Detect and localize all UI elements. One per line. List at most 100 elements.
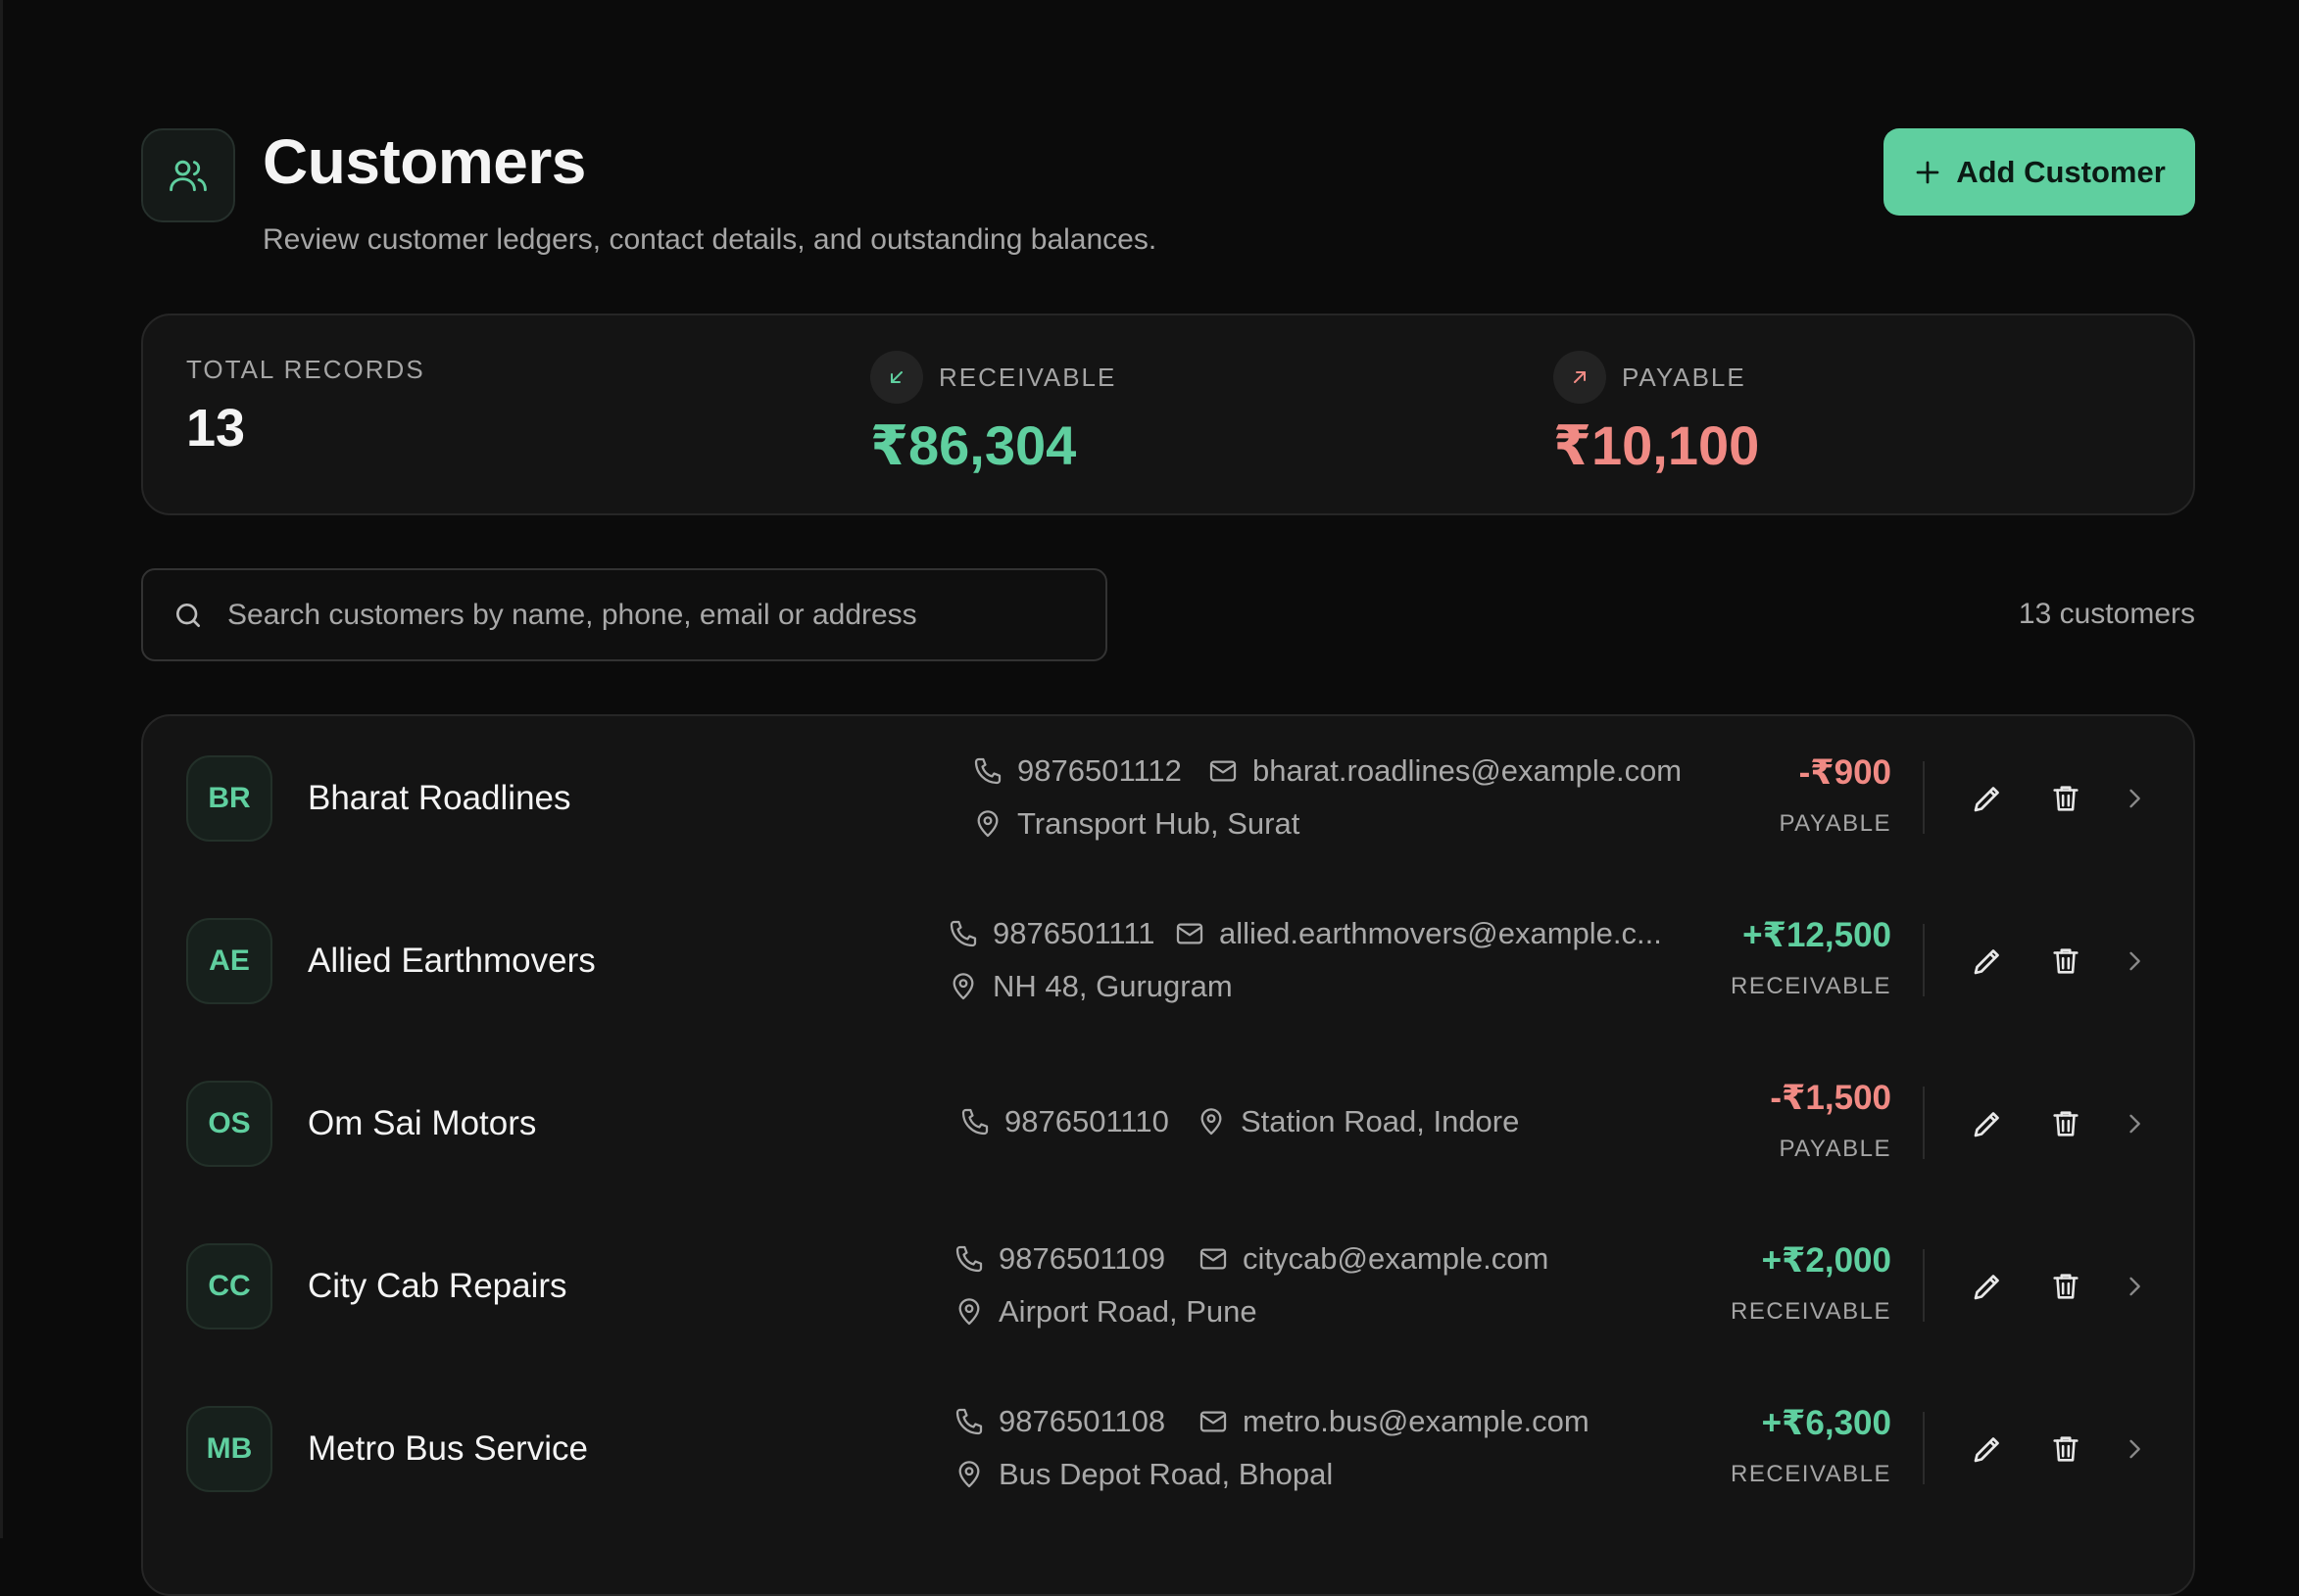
address-text: Bus Depot Road, Bhopal [999,1457,1334,1491]
avatar: MB [186,1406,272,1492]
phone-contact: 9876501108 [954,1404,1165,1439]
edit-icon[interactable] [1966,940,2009,983]
arrow-up-right-icon [1553,351,1606,404]
customer-name: City Cab Repairs [308,1267,567,1305]
trash-icon[interactable] [2044,777,2087,820]
phone-contact: 9876501112 [972,753,1182,789]
window-edge [0,0,3,1538]
search-icon [176,603,200,627]
customer-row[interactable]: MB Metro Bus Service 9876501108 metro.bu… [143,1367,2193,1529]
email-address: bharat.roadlines@example.com [1252,753,1683,788]
phone-number: 9876501110 [1004,1104,1169,1138]
balance-amount: +₹2,000 [1761,1241,1891,1280]
map-pin-icon [958,1461,980,1488]
customer-row[interactable]: AE Allied Earthmovers 9876501111 allied.… [143,879,2193,1041]
email-contact: bharat.roadlines@example.com [1207,753,1682,789]
balance-status: RECEIVABLE [1731,1461,1891,1487]
chevron-right-icon[interactable] [2113,1427,2156,1471]
mail-icon [1176,923,1203,944]
email-contact: metro.bus@example.com [1198,1404,1590,1439]
address-text: Transport Hub, Surat [1017,806,1300,841]
avatar: AE [186,918,272,1004]
stat-value: ₹10,100 [1553,414,1760,476]
balance-amount: +₹6,300 [1761,1404,1891,1442]
map-pin-icon [977,810,999,838]
address-contact: Station Road, Indore [1196,1104,1519,1139]
balance-status: RECEIVABLE [1731,973,1891,999]
search-box[interactable] [141,568,1107,661]
edit-icon[interactable] [1966,1427,2009,1471]
email-address: citycab@example.com [1243,1241,1549,1276]
stat-label: TOTAL RECORDS [186,355,425,384]
email-contact: citycab@example.com [1198,1241,1548,1277]
phone-number: 9876501109 [999,1241,1166,1276]
row-divider [1923,761,1925,834]
page-title: Customers [263,126,586,197]
balance-status: PAYABLE [1779,810,1891,837]
address-contact: NH 48, Gurugram [948,969,1233,1004]
chevron-right-icon[interactable] [2113,940,2156,983]
users-icon [141,128,235,222]
stat-label: PAYABLE [1622,363,1746,392]
edit-icon[interactable] [1966,777,2009,820]
map-pin-icon [1200,1108,1222,1136]
arrow-down-left-icon [870,351,923,404]
trash-icon[interactable] [2044,1265,2087,1308]
add-customer-label: Add Customer [1956,154,2166,189]
stat-value: 13 [186,399,246,458]
chevron-right-icon[interactable] [2113,1102,2156,1145]
email-contact: allied.earthmovers@example.c... [1174,916,1662,951]
address-contact: Bus Depot Road, Bhopal [954,1457,1333,1492]
trash-icon[interactable] [2044,1427,2087,1471]
customer-name: Om Sai Motors [308,1104,537,1142]
address-contact: Transport Hub, Surat [972,806,1299,842]
search-input[interactable] [225,597,1092,633]
add-customer-button[interactable]: Add Customer [1883,128,2195,216]
phone-icon [961,1108,989,1136]
phone-number: 9876501112 [1017,753,1182,788]
phone-icon [974,757,1002,785]
customer-row[interactable]: CC City Cab Repairs 9876501109 citycab@e… [143,1204,2193,1367]
customer-row[interactable]: BR Bharat Roadlines 9876501112 bharat.ro… [143,716,2193,879]
avatar: OS [186,1081,272,1167]
address-contact: Airport Road, Pune [954,1294,1257,1330]
plus-icon [1916,161,1939,183]
phone-contact: 9876501111 [948,916,1155,951]
row-divider [1923,1249,1925,1322]
balance-amount: -₹900 [1798,753,1891,792]
trash-icon[interactable] [2044,1102,2087,1145]
phone-number: 9876501111 [993,916,1155,950]
address-text: Airport Road, Pune [999,1294,1257,1329]
customer-name: Bharat Roadlines [308,779,571,817]
phone-contact: 9876501110 [959,1104,1169,1139]
mail-icon [1199,1411,1227,1432]
balance-amount: -₹1,500 [1770,1079,1891,1117]
email-address: allied.earthmovers@example.c... [1219,916,1662,950]
page-subtitle: Review customer ledgers, contact details… [263,223,1157,256]
phone-icon [955,1408,983,1435]
map-pin-icon [958,1298,980,1326]
customer-count: 13 customers [2018,598,2195,630]
phone-icon [955,1245,983,1273]
avatar: CC [186,1243,272,1330]
edit-icon[interactable] [1966,1265,2009,1308]
trash-icon[interactable] [2044,940,2087,983]
row-divider [1923,1412,1925,1484]
customer-row[interactable]: OS Om Sai Motors 9876501110 Station Road… [143,1041,2193,1204]
customer-list: BR Bharat Roadlines 9876501112 bharat.ro… [141,714,2195,1596]
chevron-right-icon[interactable] [2113,777,2156,820]
edit-icon[interactable] [1966,1102,2009,1145]
balance-amount: +₹12,500 [1742,916,1891,954]
customer-name: Metro Bus Service [308,1429,588,1468]
email-address: metro.bus@example.com [1243,1404,1590,1438]
stat-label: RECEIVABLE [939,363,1117,392]
balance-status: PAYABLE [1779,1136,1891,1162]
mail-icon [1199,1248,1227,1270]
balance-status: RECEIVABLE [1731,1298,1891,1325]
phone-contact: 9876501109 [954,1241,1165,1277]
chevron-right-icon[interactable] [2113,1265,2156,1308]
stat-value: ₹86,304 [870,414,1077,476]
row-divider [1923,1087,1925,1159]
customer-name: Allied Earthmovers [308,942,596,980]
address-text: NH 48, Gurugram [993,969,1233,1003]
